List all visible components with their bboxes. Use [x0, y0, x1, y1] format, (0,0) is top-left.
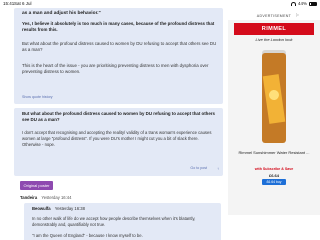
- original-poster-badge: Original poster: [20, 181, 53, 190]
- quote-head: as a man and adjust his behavior.": [22, 11, 101, 16]
- battery-icon: [309, 1, 317, 6]
- status-date: Sat 6 Jul: [14, 1, 32, 6]
- ad-frame[interactable]: RIMMEL Live the London look Rimmel Sunsh…: [228, 20, 320, 215]
- nested-quote: Beowulfa Yesterday 16:38 In no other wal…: [24, 203, 221, 240]
- brand-logo: RIMMEL: [234, 23, 314, 35]
- status-time: 15:41: [3, 1, 15, 6]
- nested-quote-paragraph: In no other walk of life do we accept ho…: [32, 216, 196, 227]
- quote-paragraph: Yes, I believe it absolutely is too much…: [22, 21, 215, 33]
- status-bar: 15:41 Sat 6 Jul 44%: [0, 0, 320, 8]
- status-icons: 44%: [290, 1, 317, 6]
- buy-button[interactable]: £6.64 buy: [262, 179, 286, 185]
- wifi-icon: [290, 1, 296, 6]
- quoted-post: as a man and adjust his behavior." Yes, …: [14, 8, 223, 104]
- battery-percent: 44%: [297, 1, 307, 6]
- post-header: Tandeira Yesterday 16:44: [20, 195, 71, 200]
- product-name[interactable]: Rimmel Sunshimmer Water Resistant ...: [228, 150, 320, 155]
- ad-sidebar: ADVERTISEMENT ▷ RIMMEL Live the London l…: [228, 12, 320, 240]
- quote-paragraph: But what about the profound distress cau…: [22, 41, 217, 53]
- nested-quote-header: Beowulfa Yesterday 16:38: [32, 206, 85, 211]
- brand-tagline: Live the London look: [255, 37, 293, 42]
- show-quote-history-link[interactable]: Show quote history: [22, 95, 53, 99]
- quote-bold-text: But what about the profound distress cau…: [22, 111, 215, 122]
- subscribe-save-text: with Subscribe & Save: [254, 167, 294, 171]
- post-time: Yesterday 16:44: [41, 195, 72, 200]
- advertisement-label: ADVERTISEMENT: [256, 14, 292, 18]
- quote-paragraph: This is the heart of the issue - you are…: [22, 63, 209, 75]
- up-arrow-icon[interactable]: ↑: [217, 166, 219, 171]
- product-price: £6.64: [268, 173, 279, 178]
- nested-quote-time: Yesterday 16:38: [54, 206, 85, 211]
- nested-quote-author: Beowulfa: [32, 206, 51, 211]
- reply-text: I don't accept that recognising and acce…: [22, 130, 212, 147]
- thread-content: as a man and adjust his behavior." Yes, …: [0, 8, 225, 240]
- ad-close-icon[interactable]: ▷: [296, 12, 299, 17]
- poster-name[interactable]: Tandeira: [20, 195, 37, 200]
- nested-quote-paragraph: "I am the Queen of England" - because I …: [32, 233, 143, 238]
- go-to-post-link[interactable]: Go to post: [190, 166, 207, 170]
- quote-block: But what about the profound distress cau…: [14, 108, 223, 176]
